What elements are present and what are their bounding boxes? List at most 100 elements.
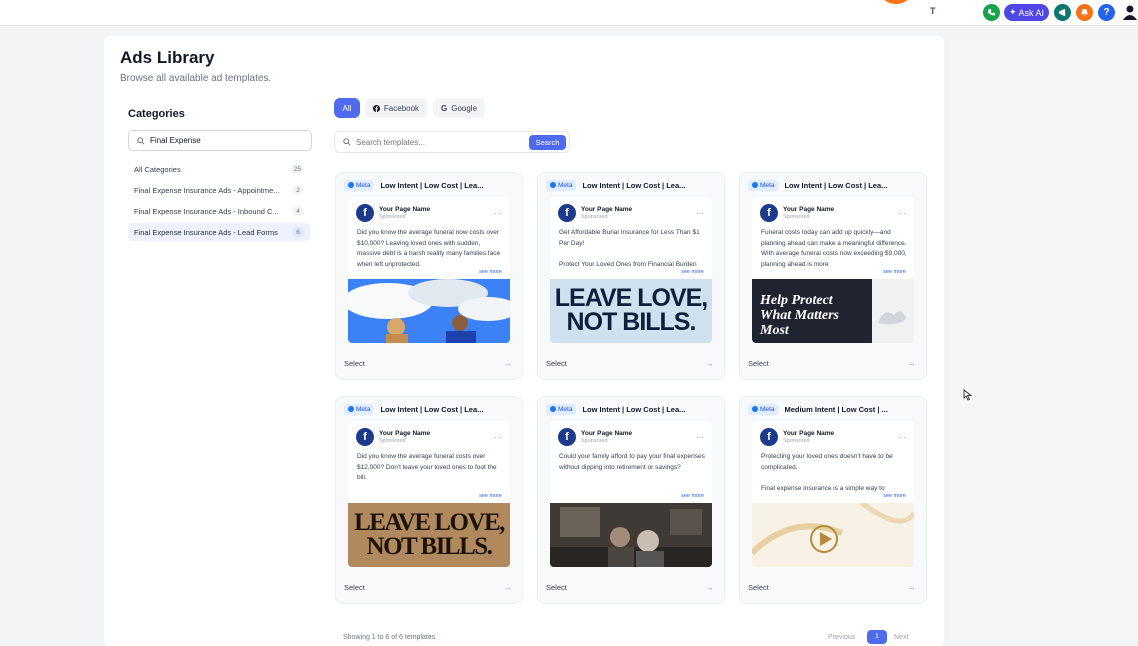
template-search: Search [334,131,570,153]
template-card[interactable]: Meta Low Intent | Low Cost | Lea... f Yo… [335,396,523,604]
ad-text: Did you know the average funeral now cos… [357,229,501,268]
facebook-avatar-icon: f [558,428,576,446]
template-card[interactable]: Meta Low Intent | Low Cost | Lea... f Yo… [537,396,725,604]
sparkle-icon: ✦ [1008,7,1017,17]
template-card[interactable]: Meta Low Intent | Low Cost | Lea... f Yo… [335,172,523,380]
see-more-link[interactable]: see more [883,269,906,275]
sponsored-label: Sponsored [783,213,810,220]
page-name: Your Page Name [783,429,835,437]
category-label: Final Expense Insurance Ads - Appointme.… [134,185,280,195]
ad-image [550,503,712,567]
filter-facebook[interactable]: Facebook [365,98,427,118]
page-1-button[interactable]: 1 [867,630,887,644]
meta-icon [752,182,758,188]
right-panel [950,40,1138,640]
see-more-link[interactable]: see more [681,269,704,275]
sponsored-label: Sponsored [581,437,608,444]
card-title: Low Intent | Low Cost | Lea... [784,180,888,190]
select-button[interactable]: Select [748,359,769,368]
facebook-icon [372,104,380,112]
arrow-right-icon[interactable]: → [503,582,512,592]
category-appointments[interactable]: Final Expense Insurance Ads - Appointme.… [128,181,310,199]
notification-dot [883,0,909,4]
ad-preview: f Your Page Name Sponsored ⋯ Get Affordab… [550,197,712,343]
filter-all[interactable]: All [334,98,360,118]
meta-icon [348,406,354,412]
more-options-icon[interactable]: ⋯ [494,209,502,218]
card-header: Meta Low Intent | Low Cost | Lea... [344,179,516,191]
meta-icon [550,406,556,412]
card-header: Meta Low Intent | Low Cost | Lea... [344,403,516,415]
more-options-icon[interactable]: ⋯ [696,209,704,218]
more-options-icon[interactable]: ⋯ [696,433,704,442]
arrow-right-icon[interactable]: → [907,358,916,368]
more-options-icon[interactable]: ⋯ [898,209,906,218]
card-footer: Select → [748,357,916,369]
ad-preview: f Your Page Name Sponsored ⋯ Protecting y… [752,421,914,567]
page-name: Your Page Name [783,205,835,213]
select-button[interactable]: Select [344,359,365,368]
page-subtitle: Browse all available ad templates. [120,73,272,84]
more-options-icon[interactable]: ⋯ [898,433,906,442]
category-label: All Categories [134,164,181,174]
brand-logo: T [930,6,935,16]
ad-image: LEAVE LOVE, NOT BILLS. [348,503,510,567]
select-button[interactable]: Select [748,583,769,592]
filter-google[interactable]: G Google [433,98,485,118]
template-card[interactable]: Meta Low Intent | Low Cost | Lea... f Yo… [739,172,927,380]
page-name: Your Page Name [581,429,633,437]
google-icon: G [440,103,448,113]
megaphone-icon[interactable] [1054,4,1071,21]
see-more-link[interactable]: see more [883,493,906,499]
select-button[interactable]: Select [344,583,365,592]
page-name: Your Page Name [379,429,431,437]
card-title: Low Intent | Low Cost | Lea... [380,404,484,414]
ad-preview: f Your Page Name Sponsored ⋯ Did you know… [348,421,510,567]
see-more-link[interactable]: see more [479,269,502,275]
arrow-right-icon[interactable]: → [907,582,916,592]
facebook-avatar-icon: f [558,204,576,222]
search-icon [343,138,351,146]
template-card[interactable]: Meta Low Intent | Low Cost | Lea... f Yo… [537,172,725,380]
user-avatar[interactable] [1122,4,1138,21]
category-lead-forms[interactable]: Final Expense Insurance Ads - Lead Forms… [128,223,310,241]
platform-badge: Meta [546,403,577,415]
search-icon [137,136,145,145]
ad-preview: f Your Page Name Sponsored ⋯ Could your f… [550,421,712,567]
platform-badge: Meta [748,403,779,415]
arrow-right-icon[interactable]: → [705,358,714,368]
bell-icon[interactable] [1076,4,1093,21]
category-all[interactable]: All Categories 25 [128,160,310,178]
phone-icon[interactable] [983,4,1000,21]
arrow-right-icon[interactable]: → [705,582,714,592]
search-button[interactable]: Search [529,135,566,150]
card-title: Low Intent | Low Cost | Lea... [582,180,686,190]
category-inbound-calls[interactable]: Final Expense Insurance Ads - Inbound C.… [128,202,310,220]
ask-ai-button[interactable]: ✦ Ask AI [1004,4,1049,21]
help-icon[interactable]: ? [1098,4,1115,21]
facebook-avatar-icon: f [356,204,374,222]
template-search-input[interactable] [356,137,516,147]
platform-badge: Meta [344,403,375,415]
more-options-icon[interactable]: ⋯ [494,433,502,442]
card-footer: Select → [546,357,714,369]
meta-icon [550,182,556,188]
see-more-link[interactable]: see more [681,493,704,499]
category-label: Final Expense Insurance Ads - Lead Forms [134,227,278,237]
select-button[interactable]: Select [546,359,567,368]
meta-icon [348,182,354,188]
ad-preview: f Your Page Name Sponsored ⋯ Funeral cost… [752,197,914,343]
ad-text: Protecting your loved ones doesn't have … [761,453,893,492]
see-more-link[interactable]: see more [479,493,502,499]
ad-text: Could your family afford to pay your fin… [559,453,705,471]
arrow-right-icon[interactable]: → [503,358,512,368]
select-button[interactable]: Select [546,583,567,592]
facebook-avatar-icon: f [760,428,778,446]
ad-image: LEAVE LOVE, NOT BILLS. [550,279,712,343]
card-header: Meta Low Intent | Low Cost | Lea... [546,403,718,415]
categories-heading: Categories [128,108,185,120]
mouse-cursor-icon [963,389,973,401]
template-card[interactable]: Meta Medium Intent | Low Cost | ... f Yo… [739,396,927,604]
card-footer: Select → [344,581,512,593]
category-search-input[interactable]: Final Expense [128,130,312,151]
